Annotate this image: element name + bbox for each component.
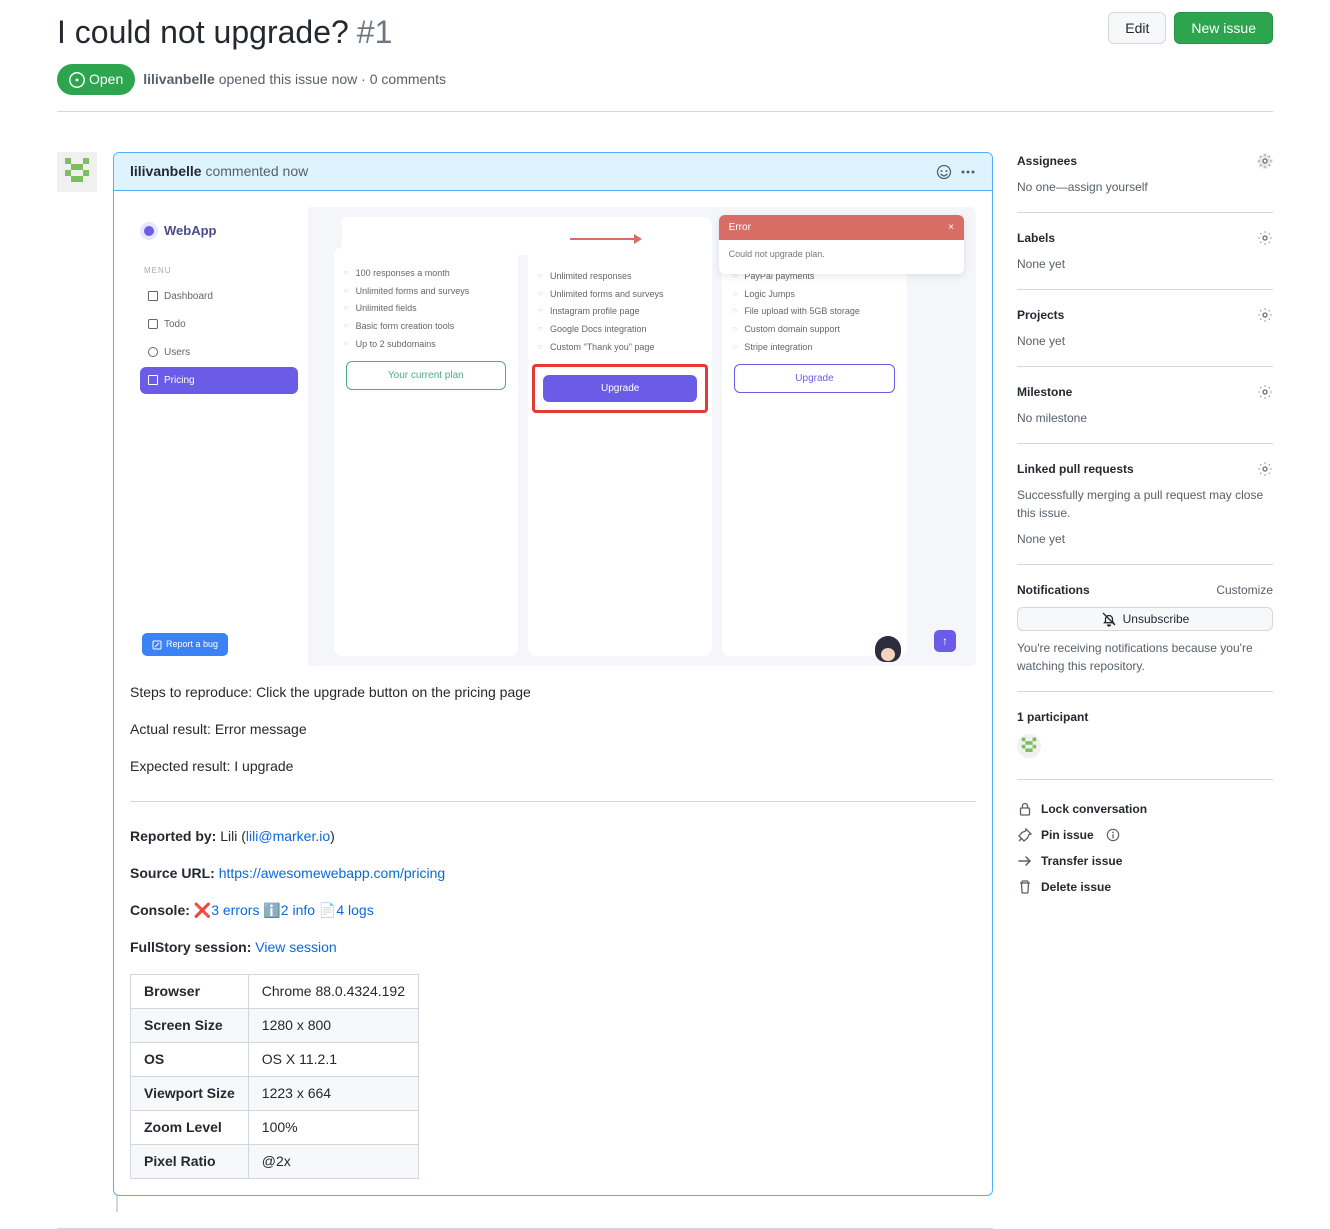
- ss-scroll-top-fab: ↑: [934, 630, 956, 652]
- steps-text: Steps to reproduce: Click the upgrade bu…: [130, 682, 976, 703]
- screenshot-attachment[interactable]: WebApp MENU Dashboard Todo Users Pricing: [130, 207, 976, 666]
- fullstory-line: FullStory session: View session: [130, 937, 976, 958]
- projects-title: Projects: [1017, 306, 1064, 324]
- author-avatar[interactable]: [57, 152, 97, 192]
- kebab-menu-button[interactable]: [960, 164, 976, 180]
- annotation-arrow: [570, 231, 642, 248]
- notifications-desc: You're receiving notifications because y…: [1017, 639, 1273, 675]
- comment-author[interactable]: lilivanbelle: [130, 163, 202, 179]
- table-row: BrowserChrome 88.0.4324.192: [131, 975, 419, 1009]
- gear-icon: [1257, 461, 1273, 477]
- identicon: [57, 152, 97, 192]
- reported-by-line: Reported by: Lili (lili@marker.io): [130, 826, 976, 847]
- projects-content: None yet: [1017, 332, 1273, 350]
- labels-gear-button[interactable]: [1257, 230, 1273, 246]
- console-line: Console: ❌3 errors ℹ️2 info 📄4 logs: [130, 900, 976, 921]
- milestone-title: Milestone: [1017, 383, 1072, 401]
- issue-title-text: I could not upgrade?: [57, 8, 349, 56]
- trash-icon: [1017, 879, 1033, 895]
- assign-yourself-link[interactable]: assign yourself: [1068, 180, 1148, 194]
- table-row: Zoom Level100%: [131, 1111, 419, 1145]
- smiley-icon: [936, 164, 952, 180]
- console-errors-link[interactable]: 3 errors: [211, 902, 259, 918]
- fullstory-session-link[interactable]: View session: [255, 939, 336, 955]
- state-label: Open: [89, 69, 123, 90]
- pin-issue-action[interactable]: Pin issue: [1017, 822, 1273, 848]
- delete-issue-action[interactable]: Delete issue: [1017, 874, 1273, 900]
- linked-prs-desc: Successfully merging a pull request may …: [1017, 486, 1273, 522]
- console-logs-link[interactable]: 4 logs: [336, 902, 373, 918]
- comment-box: lilivanbelle commented now: [113, 152, 993, 1196]
- milestone-content: No milestone: [1017, 409, 1273, 427]
- kebab-icon: [960, 164, 976, 180]
- issue-meta-text: lilivanbelle opened this issue now · 0 c…: [143, 69, 446, 90]
- expected-result-text: Expected result: I upgrade: [130, 756, 976, 777]
- gear-icon: [1257, 384, 1273, 400]
- ss-app-logo: WebApp: [140, 221, 298, 241]
- assignees-gear-button[interactable]: [1257, 153, 1273, 169]
- table-row: Pixel Ratio@2x: [131, 1145, 419, 1179]
- issue-title: I could not upgrade? #1: [57, 8, 1108, 56]
- milestone-gear-button[interactable]: [1257, 384, 1273, 400]
- lock-icon: [1017, 801, 1033, 817]
- table-row: Viewport Size1223 x 664: [131, 1077, 419, 1111]
- issue-open-icon: [69, 72, 85, 88]
- reporter-email-link[interactable]: lili@marker.io: [246, 828, 330, 844]
- participant-avatar[interactable]: [1017, 734, 1041, 758]
- arrow-right-icon: [1017, 853, 1033, 869]
- issue-author[interactable]: lilivanbelle: [143, 71, 215, 87]
- header-divider: [57, 111, 1273, 112]
- source-url-link[interactable]: https://awesomewebapp.com/pricing: [219, 865, 445, 881]
- actual-result-text: Actual result: Error message: [130, 719, 976, 740]
- lock-conversation-action[interactable]: Lock conversation: [1017, 796, 1273, 822]
- gear-icon: [1257, 307, 1273, 323]
- table-row: Screen Size1280 x 800: [131, 1009, 419, 1043]
- ss-character-illustration: [870, 636, 906, 666]
- issue-number: #1: [357, 8, 393, 56]
- participants-title: 1 participant: [1017, 708, 1273, 726]
- ss-upgrade-btn-highlighted: Upgrade: [543, 375, 697, 402]
- ss-menu-pricing: Pricing: [140, 367, 298, 394]
- source-url-line: Source URL: https://awesomewebapp.com/pr…: [130, 863, 976, 884]
- assignees-content: No one—assign yourself: [1017, 178, 1273, 196]
- table-row: OSOS X 11.2.1: [131, 1043, 419, 1077]
- gear-icon: [1257, 153, 1273, 169]
- labels-content: None yet: [1017, 255, 1273, 273]
- gear-icon: [1257, 230, 1273, 246]
- transfer-issue-action[interactable]: Transfer issue: [1017, 848, 1273, 874]
- pin-icon: [1017, 827, 1033, 843]
- labels-title: Labels: [1017, 229, 1055, 247]
- customize-link[interactable]: Customize: [1216, 581, 1273, 599]
- state-badge-open: Open: [57, 64, 135, 95]
- bell-slash-icon: [1101, 611, 1117, 627]
- ss-menu-todo: Todo: [140, 311, 298, 338]
- ss-upgrade-btn: Upgrade: [734, 364, 894, 393]
- assignees-title: Assignees: [1017, 152, 1077, 170]
- environment-table: BrowserChrome 88.0.4324.192 Screen Size1…: [130, 974, 419, 1179]
- info-icon: [1106, 828, 1120, 842]
- ss-error-toast: Error× Could not upgrade plan.: [719, 215, 964, 274]
- ss-menu-dashboard: Dashboard: [140, 283, 298, 310]
- linked-prs-title: Linked pull requests: [1017, 460, 1134, 478]
- new-issue-button[interactable]: New issue: [1174, 12, 1273, 44]
- linked-prs-gear-button[interactable]: [1257, 461, 1273, 477]
- console-info-link[interactable]: 2 info: [281, 902, 315, 918]
- add-reaction-button[interactable]: [936, 164, 952, 180]
- ss-report-bug-btn: Report a bug: [142, 633, 228, 657]
- notifications-title: Notifications: [1017, 581, 1090, 599]
- unsubscribe-button[interactable]: Unsubscribe: [1017, 607, 1273, 631]
- edit-button[interactable]: Edit: [1108, 12, 1166, 44]
- projects-gear-button[interactable]: [1257, 307, 1273, 323]
- ss-menu-users: Users: [140, 339, 298, 366]
- pin-info-icon[interactable]: [1106, 828, 1120, 842]
- comment-header: lilivanbelle commented now: [114, 153, 992, 191]
- ss-current-plan-btn: Your current plan: [346, 361, 506, 390]
- linked-prs-content: None yet: [1017, 530, 1273, 548]
